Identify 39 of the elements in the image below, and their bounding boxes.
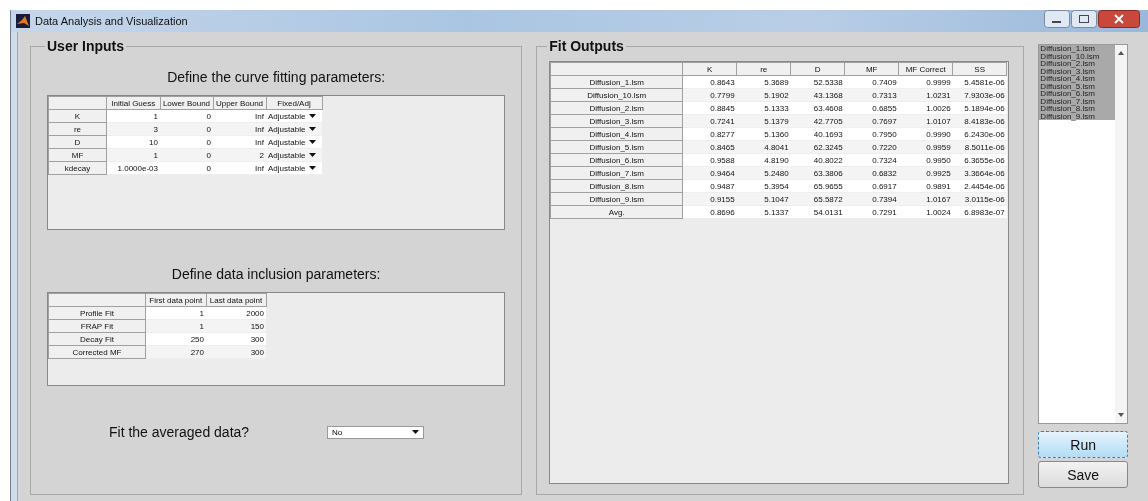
column-header: Lower Bound (160, 96, 213, 110)
window-title: Data Analysis and Visualization (35, 15, 188, 27)
column-header: MF Correct (898, 62, 953, 76)
section-heading: Define data inclusion parameters: (170, 266, 382, 282)
averaged-data-label: Fit the averaged data? (109, 424, 251, 440)
column-header: First data point (145, 293, 206, 307)
column-header: Last data point (206, 293, 266, 307)
column-header: re (736, 62, 791, 76)
list-item[interactable]: Diffusion_3.lsm (1039, 67, 1115, 75)
list-item[interactable]: Diffusion_1.lsm (1039, 45, 1115, 53)
scroll-bar[interactable] (1115, 45, 1127, 423)
list-item[interactable]: Diffusion_8.lsm (1039, 105, 1115, 113)
column-header: Initial Guess (106, 96, 160, 110)
averaged-data-dropdown[interactable]: No (327, 425, 424, 439)
caret-icon (412, 430, 419, 434)
column-header: SS (952, 62, 1007, 76)
scroll-down-icon[interactable] (1118, 413, 1124, 417)
column-header: MF (844, 62, 899, 76)
action-button[interactable]: Save (1038, 461, 1128, 488)
column-header: K (682, 62, 737, 76)
list-item[interactable]: Diffusion_10.lsm (1039, 52, 1115, 60)
app-icon (16, 14, 30, 28)
maximize-icon[interactable] (1071, 10, 1097, 28)
list-item[interactable]: Diffusion_2.lsm (1039, 60, 1115, 68)
section-heading: Define the curve fitting parameters: (166, 69, 387, 85)
column-header: D (790, 62, 845, 76)
close-icon[interactable] (1098, 10, 1140, 28)
scroll-up-icon[interactable] (1118, 51, 1124, 55)
minimize-icon[interactable] (1044, 10, 1070, 28)
panel-title: User Inputs (46, 38, 125, 54)
list-item[interactable]: Diffusion_5.lsm (1039, 82, 1115, 90)
list-item[interactable]: Diffusion_9.lsm (1039, 112, 1115, 120)
column-header: Upper Bound (213, 96, 266, 110)
column-header: Fixed/Adj (266, 96, 322, 110)
list-item[interactable]: Diffusion_7.lsm (1039, 97, 1115, 105)
action-button[interactable]: Run (1038, 431, 1128, 458)
panel-title: Fit Outputs (548, 38, 625, 54)
list-item[interactable]: Diffusion_6.lsm (1039, 90, 1115, 98)
list-item[interactable]: Diffusion_4.lsm (1039, 75, 1115, 83)
